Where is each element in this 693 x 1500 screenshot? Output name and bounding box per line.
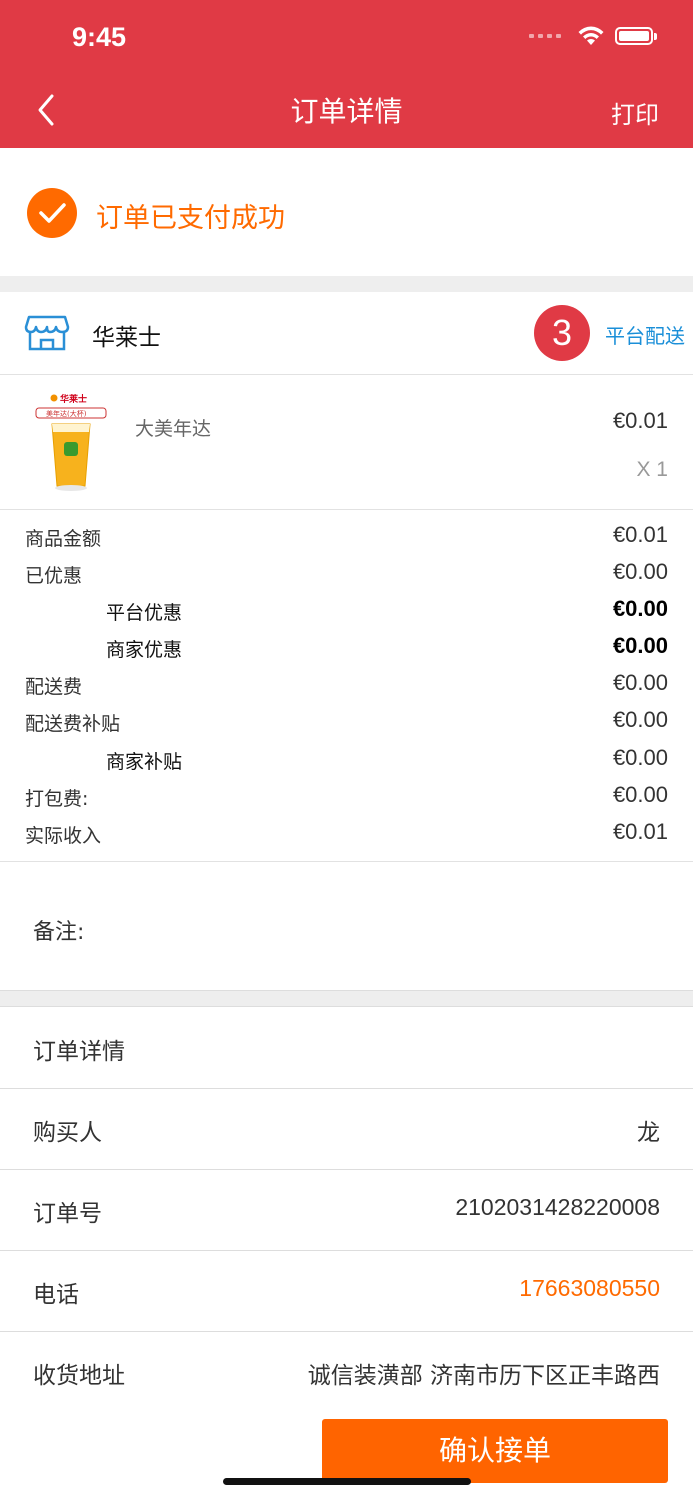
delivery-type-link[interactable]: 平台配送 <box>605 320 685 349</box>
product-image: 华莱士 美年达(大杯) <box>35 393 107 491</box>
amount-label: 平台优惠 <box>106 602 183 624</box>
amount-row-platform-discount: 平台优惠 €0.00 <box>0 592 693 629</box>
details-header: 订单详情 <box>33 1039 125 1065</box>
amount-value: €0.00 <box>612 633 668 658</box>
buyer-label: 购买人 <box>33 1120 102 1146</box>
amount-row-packing-fee: 打包费: €0.00 <box>0 778 693 815</box>
product-price: €0.01 <box>612 408 668 433</box>
order-number: 2102031428220008 <box>455 1194 660 1220</box>
amount-value: €0.00 <box>612 596 668 621</box>
amount-row-delivery-subsidy: 配送费补贴 €0.00 <box>0 703 693 740</box>
amount-row-delivery-fee: 配送费 €0.00 <box>0 666 693 703</box>
page-title: 订单详情 <box>290 95 403 128</box>
phone-number-link[interactable]: 17663080550 <box>519 1275 660 1302</box>
wifi-icon <box>578 26 604 45</box>
svg-text:美年达(大杯): 美年达(大杯) <box>46 409 87 418</box>
amount-value: €0.00 <box>612 559 668 584</box>
amount-label: 商家优惠 <box>106 639 183 661</box>
amount-value: €0.00 <box>612 782 668 807</box>
order-count-badge: 3 <box>534 305 590 361</box>
details-header-row: 订单详情 <box>0 1008 693 1089</box>
app-header: 9:45 订单详情 打印 <box>0 0 693 148</box>
amount-value: €0.00 <box>612 670 668 695</box>
phone-label: 电话 <box>33 1282 79 1308</box>
amount-label: 已优惠 <box>25 565 83 587</box>
payment-status-text: 订单已支付成功 <box>96 203 285 234</box>
amount-label: 商品金额 <box>25 528 102 550</box>
amount-row-merchant-subsidy: 商家补贴 €0.00 <box>0 741 693 778</box>
amount-value: €0.01 <box>612 522 668 547</box>
address-label: 收货地址 <box>33 1363 125 1389</box>
amount-row-discounted: 已优惠 €0.00 <box>0 555 693 592</box>
phone-row: 电话 17663080550 <box>0 1251 693 1332</box>
amount-label: 配送费 <box>25 676 83 698</box>
address-row: 收货地址 诚信装潢部 济南市历下区正丰路西 <box>0 1332 693 1412</box>
section-divider <box>0 276 693 292</box>
battery-icon <box>615 27 657 45</box>
amount-value: €0.00 <box>612 707 668 732</box>
check-circle-icon <box>27 188 77 238</box>
amount-value: €0.01 <box>612 819 668 844</box>
print-button[interactable]: 打印 <box>611 95 659 130</box>
amount-label: 商家补贴 <box>106 751 183 773</box>
product-name: 大美年达 <box>135 418 212 440</box>
svg-text:华莱士: 华莱士 <box>60 393 87 405</box>
buyer-row: 购买人 龙 <box>0 1089 693 1170</box>
buyer-name: 龙 <box>637 1120 660 1146</box>
amount-row-actual-income: 实际收入 €0.01 <box>0 815 693 852</box>
divider <box>0 861 693 862</box>
amount-row-merchant-discount: 商家优惠 €0.00 <box>0 629 693 666</box>
section-divider <box>0 990 693 1007</box>
confirm-order-button[interactable]: 确认接单 <box>322 1419 668 1483</box>
remark-label: 备注: <box>33 920 85 945</box>
amount-label: 打包费: <box>25 788 89 810</box>
status-indicators <box>529 26 657 46</box>
amount-row-goods: 商品金额 €0.01 <box>0 518 693 555</box>
order-number-label: 订单号 <box>33 1201 102 1227</box>
store-icon <box>24 315 70 351</box>
amount-label: 配送费补贴 <box>25 713 121 735</box>
signal-icon <box>529 34 561 38</box>
home-indicator <box>223 1478 471 1485</box>
address-value: 诚信装潢部 济南市历下区正丰路西 <box>307 1363 660 1389</box>
order-number-row: 订单号 2102031428220008 <box>0 1170 693 1251</box>
amount-label: 实际收入 <box>25 825 102 847</box>
store-name: 华莱士 <box>92 325 161 351</box>
product-quantity: X 1 <box>636 458 668 481</box>
amount-value: €0.00 <box>612 745 668 770</box>
status-time: 9:45 <box>72 22 127 52</box>
